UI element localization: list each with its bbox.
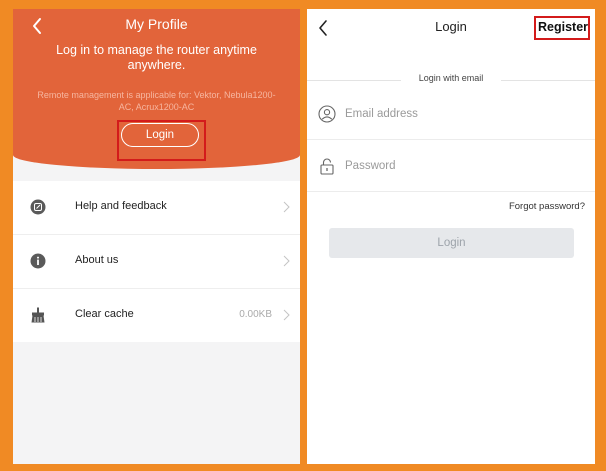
feedback-icon xyxy=(30,199,46,215)
password-input[interactable] xyxy=(345,156,585,176)
register-link[interactable]: Register xyxy=(538,20,588,34)
login-screen: Login Register Login with email Forgot p… xyxy=(307,9,595,464)
cache-size-value: 0.00KB xyxy=(239,309,272,320)
chevron-right-icon xyxy=(283,255,290,267)
lock-icon xyxy=(320,158,334,175)
login-prompt-text: Log in to manage the router anytime anyw… xyxy=(56,43,257,72)
profile-login-button[interactable]: Login xyxy=(121,123,199,147)
menu-item-help-feedback[interactable]: Help and feedback xyxy=(13,181,300,235)
info-icon xyxy=(30,253,46,269)
user-icon xyxy=(318,105,336,123)
chevron-right-icon xyxy=(283,201,290,213)
email-field xyxy=(307,88,595,140)
login-button[interactable]: Login xyxy=(329,228,574,258)
my-profile-screen: My Profile Log in to manage the router a… xyxy=(13,9,300,464)
menu-item-label: Help and feedback xyxy=(75,200,167,212)
profile-header: My Profile Log in to manage the router a… xyxy=(13,9,300,169)
menu-item-clear-cache[interactable]: Clear cache 0.00KB xyxy=(13,289,300,342)
forgot-password-link[interactable]: Forgot password? xyxy=(509,201,585,212)
menu-item-about-us[interactable]: About us xyxy=(13,235,300,289)
menu-item-label: Clear cache xyxy=(75,308,134,320)
menu-item-label: About us xyxy=(75,254,119,266)
remote-management-note: Remote management is applicable for: Vek… xyxy=(37,90,276,112)
broom-icon xyxy=(31,307,45,323)
password-field xyxy=(307,140,595,192)
profile-menu: Help and feedback About us Clear cache 0… xyxy=(13,181,300,342)
page-title: My Profile xyxy=(125,16,188,32)
chevron-right-icon xyxy=(283,309,290,321)
email-input[interactable] xyxy=(345,104,585,124)
login-with-email-heading: Login with email xyxy=(418,73,484,83)
